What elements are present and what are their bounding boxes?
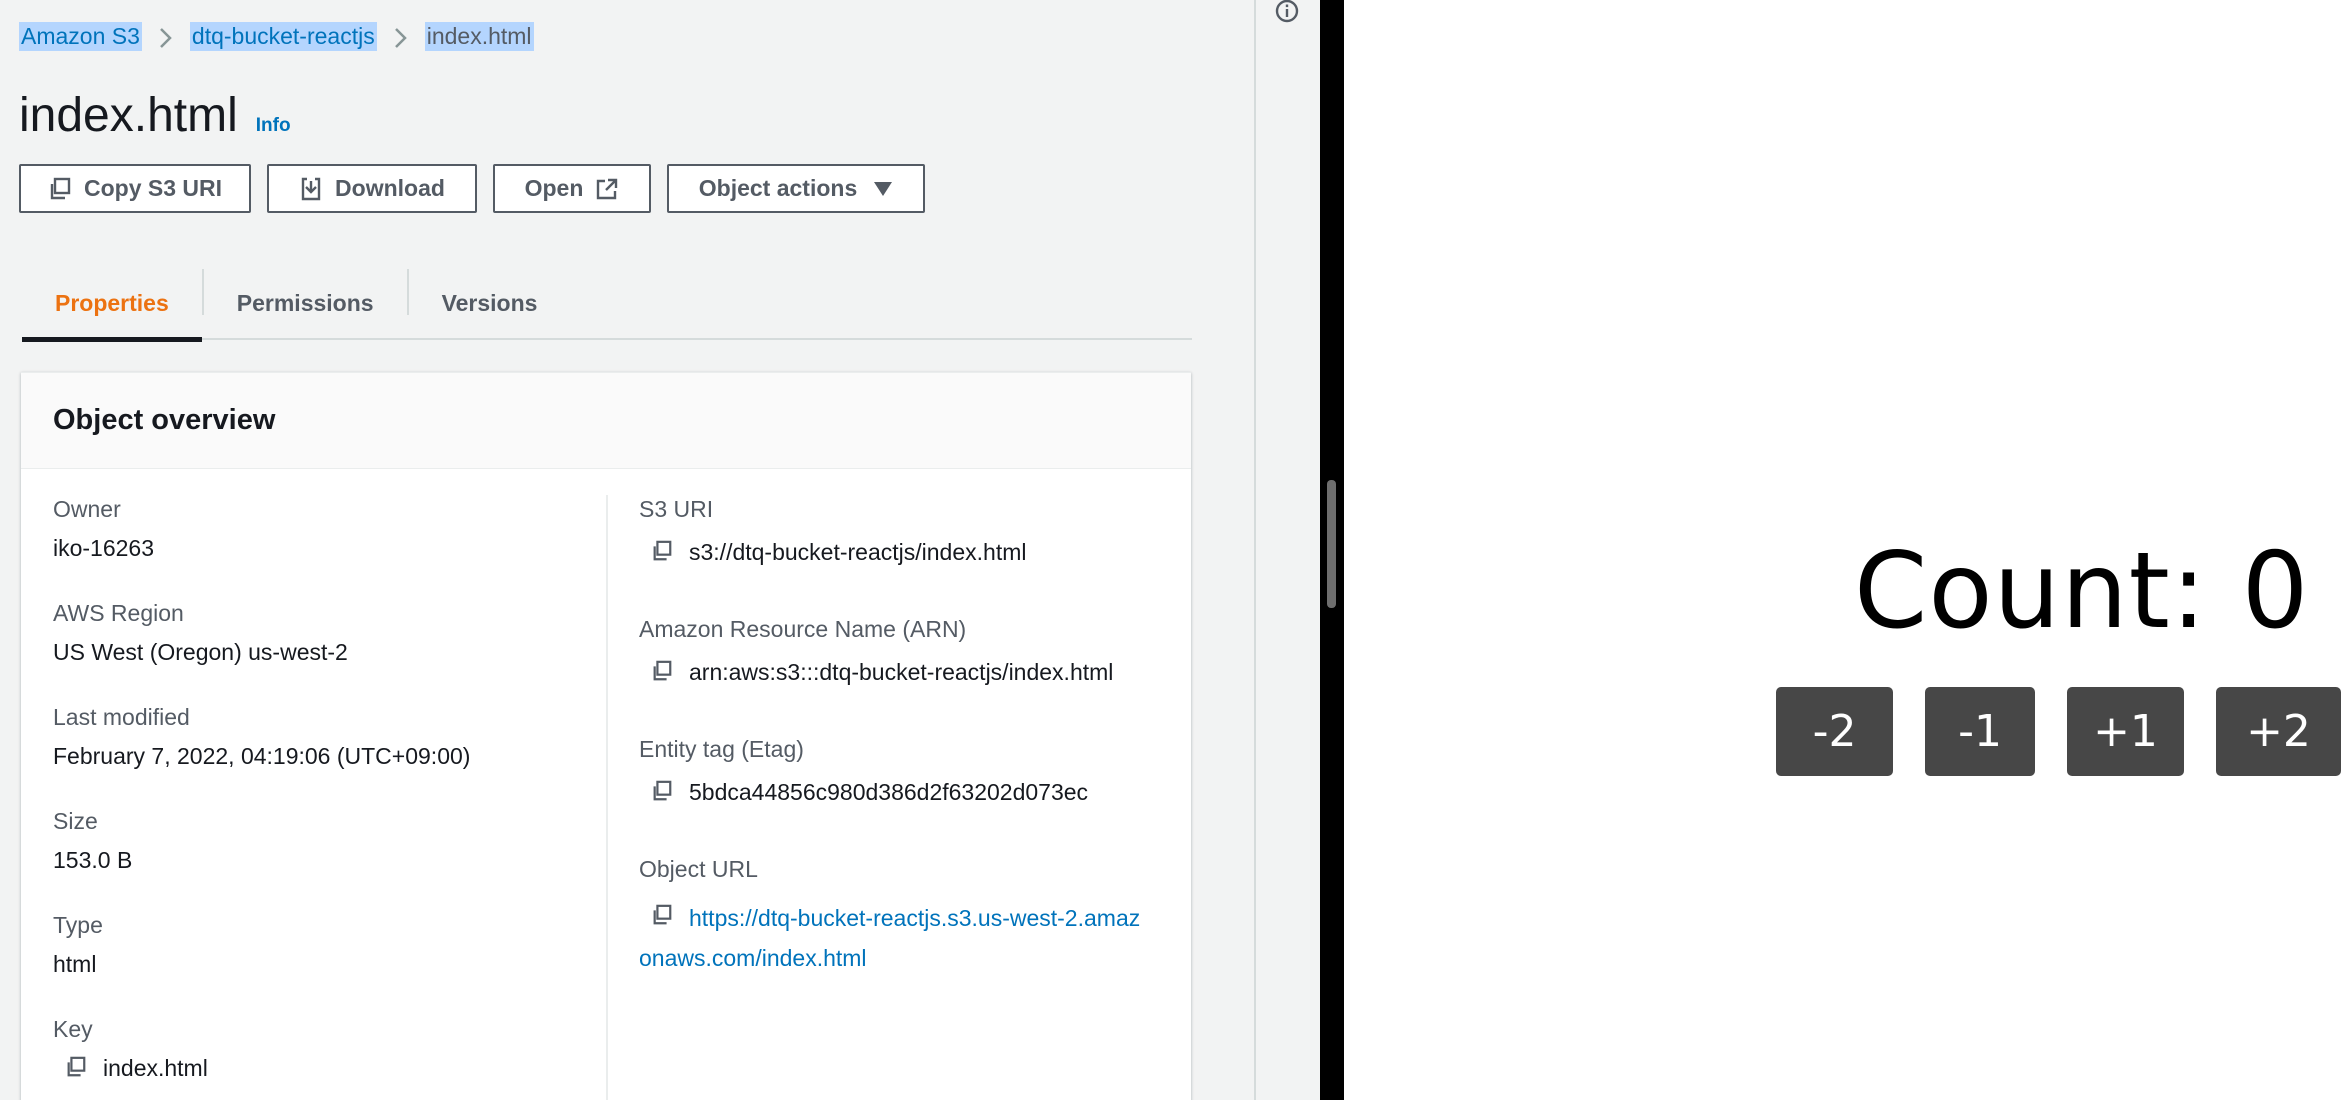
size-label: Size bbox=[53, 808, 98, 834]
page-title: index.html bbox=[19, 89, 238, 142]
etag-value-row: 5bdca44856c980d386d2f63202d073ec bbox=[639, 778, 1088, 808]
tab-versions[interactable]: Versions bbox=[409, 266, 571, 340]
s3-console-pane: Amazon S3 dtq-bucket-reactjs index.html … bbox=[0, 0, 1254, 1100]
column-divider bbox=[606, 495, 608, 1100]
key-field: Key index.html bbox=[53, 1015, 208, 1084]
size-field: Size 153.0 B bbox=[53, 807, 132, 874]
object-actions-toolbar: Copy S3 URI Download Open Object actions bbox=[19, 164, 925, 213]
owner-value: iko-16263 bbox=[53, 535, 155, 561]
copy-icon bbox=[48, 177, 72, 201]
last-modified-label: Last modified bbox=[53, 704, 190, 730]
copy-s3-uri-label: Copy S3 URI bbox=[83, 175, 223, 201]
arn-value-row: arn:aws:s3:::dtq-bucket-reactjs/index.ht… bbox=[639, 658, 1113, 688]
object-actions-dropdown[interactable]: Object actions bbox=[667, 164, 925, 213]
external-link-icon bbox=[595, 177, 619, 201]
owner-field: Owner iko-16263 bbox=[53, 495, 154, 562]
object-url-label: Object URL bbox=[639, 856, 758, 882]
split-pane-divider[interactable] bbox=[1254, 0, 1320, 1100]
copy-icon[interactable] bbox=[651, 660, 673, 688]
tab-properties[interactable]: Properties bbox=[22, 266, 202, 342]
key-label: Key bbox=[53, 1016, 93, 1042]
object-overview-panel: Object overview Owner iko-16263 AWS Regi… bbox=[21, 372, 1191, 1100]
object-overview-title: Object overview bbox=[53, 404, 276, 436]
s3-uri-value-row: s3://dtq-bucket-reactjs/index.html bbox=[639, 538, 1026, 568]
region-field: AWS Region US West (Oregon) us-west-2 bbox=[53, 599, 348, 666]
s3-uri-label: S3 URI bbox=[639, 496, 714, 522]
region-label: AWS Region bbox=[53, 600, 184, 626]
copy-icon[interactable] bbox=[651, 780, 673, 808]
etag-value: 5bdca44856c980d386d2f63202d073ec bbox=[689, 779, 1089, 805]
key-value-row: index.html bbox=[53, 1054, 208, 1084]
s3-uri-value: s3://dtq-bucket-reactjs/index.html bbox=[689, 539, 1027, 565]
decrement-by-1-button[interactable]: -1 bbox=[1925, 687, 2035, 776]
info-link[interactable]: Info bbox=[256, 115, 291, 137]
decrement-by-2-button[interactable]: -2 bbox=[1776, 687, 1893, 776]
scrollbar-thumb[interactable] bbox=[1327, 480, 1336, 608]
download-label: Download bbox=[335, 175, 445, 201]
last-modified-value: February 7, 2022, 04:19:06 (UTC+09:00) bbox=[53, 743, 471, 769]
object-url-field: Object URL https://dtq-bucket-reactjs.s3… bbox=[639, 855, 1179, 978]
counter-app-preview: Count: 0 -2 -1 +1 +2 bbox=[1344, 0, 2352, 1100]
copy-s3-uri-button[interactable]: Copy S3 URI bbox=[19, 164, 251, 213]
chevron-right-icon bbox=[377, 23, 425, 50]
key-value: index.html bbox=[103, 1055, 208, 1081]
region-value: US West (Oregon) us-west-2 bbox=[53, 639, 348, 665]
type-value: html bbox=[53, 951, 97, 977]
download-icon bbox=[299, 177, 323, 201]
breadcrumb-current-object: index.html bbox=[424, 22, 534, 51]
count-display: Count: 0 bbox=[1854, 530, 2310, 652]
etag-field: Entity tag (Etag) 5bdca44856c980d386d2f6… bbox=[639, 735, 1088, 808]
object-overview-header: Object overview bbox=[21, 373, 1191, 469]
arn-value: arn:aws:s3:::dtq-bucket-reactjs/index.ht… bbox=[689, 659, 1114, 685]
caret-down-icon bbox=[873, 181, 893, 197]
arn-field: Amazon Resource Name (ARN) arn:aws:s3:::… bbox=[639, 615, 1113, 688]
tab-permissions[interactable]: Permissions bbox=[204, 266, 407, 340]
download-button[interactable]: Download bbox=[267, 164, 477, 213]
owner-label: Owner bbox=[53, 496, 121, 522]
breadcrumb-bucket[interactable]: dtq-bucket-reactjs bbox=[189, 22, 377, 51]
breadcrumb: Amazon S3 dtq-bucket-reactjs index.html bbox=[19, 22, 534, 51]
object-url-value-row: https://dtq-bucket-reactjs.s3.us-west-2.… bbox=[639, 898, 1179, 978]
etag-label: Entity tag (Etag) bbox=[639, 736, 804, 762]
open-button[interactable]: Open bbox=[493, 164, 651, 213]
breadcrumb-amazon-s3[interactable]: Amazon S3 bbox=[19, 22, 142, 51]
chevron-right-icon bbox=[142, 23, 190, 50]
copy-icon[interactable] bbox=[651, 540, 673, 568]
object-tabs: Properties Permissions Versions bbox=[22, 266, 1192, 342]
open-label: Open bbox=[524, 175, 584, 201]
object-actions-label: Object actions bbox=[698, 175, 858, 201]
s3-uri-field: S3 URI s3://dtq-bucket-reactjs/index.htm… bbox=[639, 495, 1026, 568]
info-circle-icon[interactable] bbox=[1274, 0, 1300, 26]
type-label: Type bbox=[53, 912, 103, 938]
increment-by-2-button[interactable]: +2 bbox=[2216, 687, 2341, 776]
object-url-link-line2[interactable]: onaws.com/index.html bbox=[639, 938, 1179, 978]
object-url-link-line1[interactable]: https://dtq-bucket-reactjs.s3.us-west-2.… bbox=[689, 898, 1140, 938]
size-value: 153.0 B bbox=[53, 847, 133, 873]
type-field: Type html bbox=[53, 911, 103, 978]
counter-buttons: -2 -1 +1 +2 bbox=[1776, 687, 2341, 776]
copy-icon[interactable] bbox=[65, 1056, 87, 1084]
arn-label: Amazon Resource Name (ARN) bbox=[639, 616, 967, 642]
last-modified-field: Last modified February 7, 2022, 04:19:06… bbox=[53, 703, 470, 770]
increment-by-1-button[interactable]: +1 bbox=[2067, 687, 2184, 776]
copy-icon[interactable] bbox=[651, 898, 673, 938]
page-header: index.html Info bbox=[19, 88, 291, 143]
